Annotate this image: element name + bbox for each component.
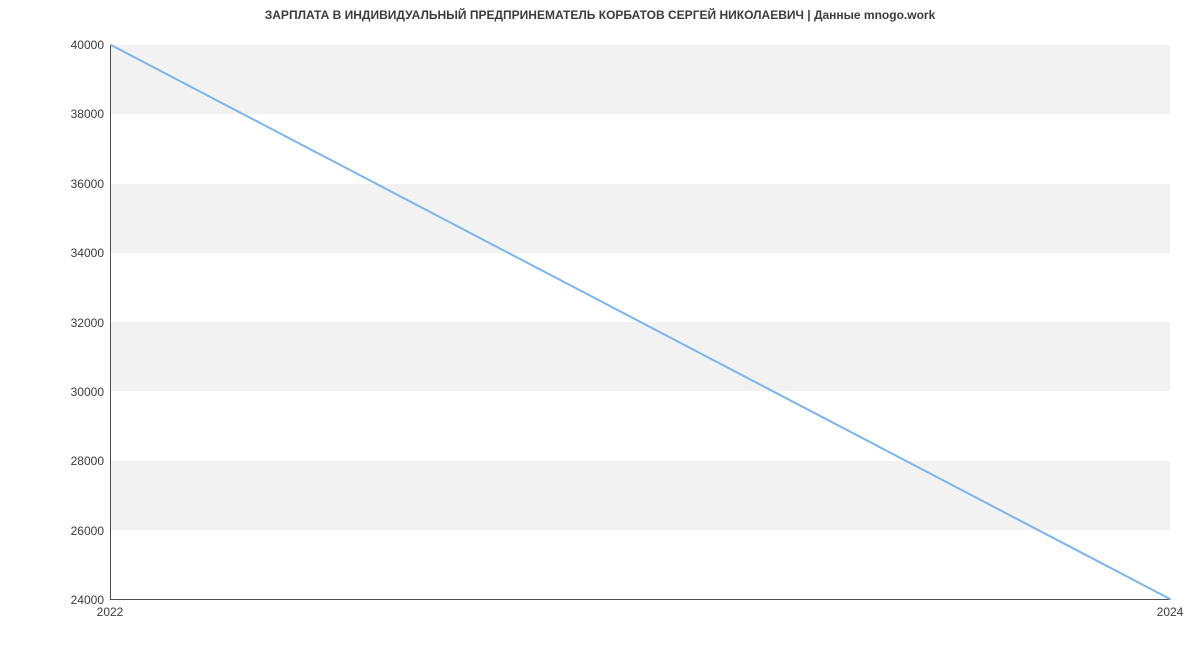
- y-tick-label: 28000: [71, 454, 104, 468]
- x-tick-label: 2022: [97, 605, 124, 619]
- y-tick-label: 32000: [71, 316, 104, 330]
- x-tick-label: 2024: [1157, 605, 1184, 619]
- data-line: [111, 45, 1170, 599]
- y-tick-label: 38000: [71, 107, 104, 121]
- y-tick-label: 30000: [71, 385, 104, 399]
- y-tick-label: 40000: [71, 38, 104, 52]
- y-tick-label: 26000: [71, 524, 104, 538]
- plot-area: [110, 45, 1170, 600]
- y-tick-label: 34000: [71, 246, 104, 260]
- chart-title: ЗАРПЛАТА В ИНДИВИДУАЛЬНЫЙ ПРЕДПРИНЕМАТЕЛ…: [265, 8, 936, 22]
- y-tick-label: 36000: [71, 177, 104, 191]
- chart-container: ЗАРПЛАТА В ИНДИВИДУАЛЬНЫЙ ПРЕДПРИНЕМАТЕЛ…: [0, 0, 1200, 650]
- chart-line-svg: [111, 45, 1170, 599]
